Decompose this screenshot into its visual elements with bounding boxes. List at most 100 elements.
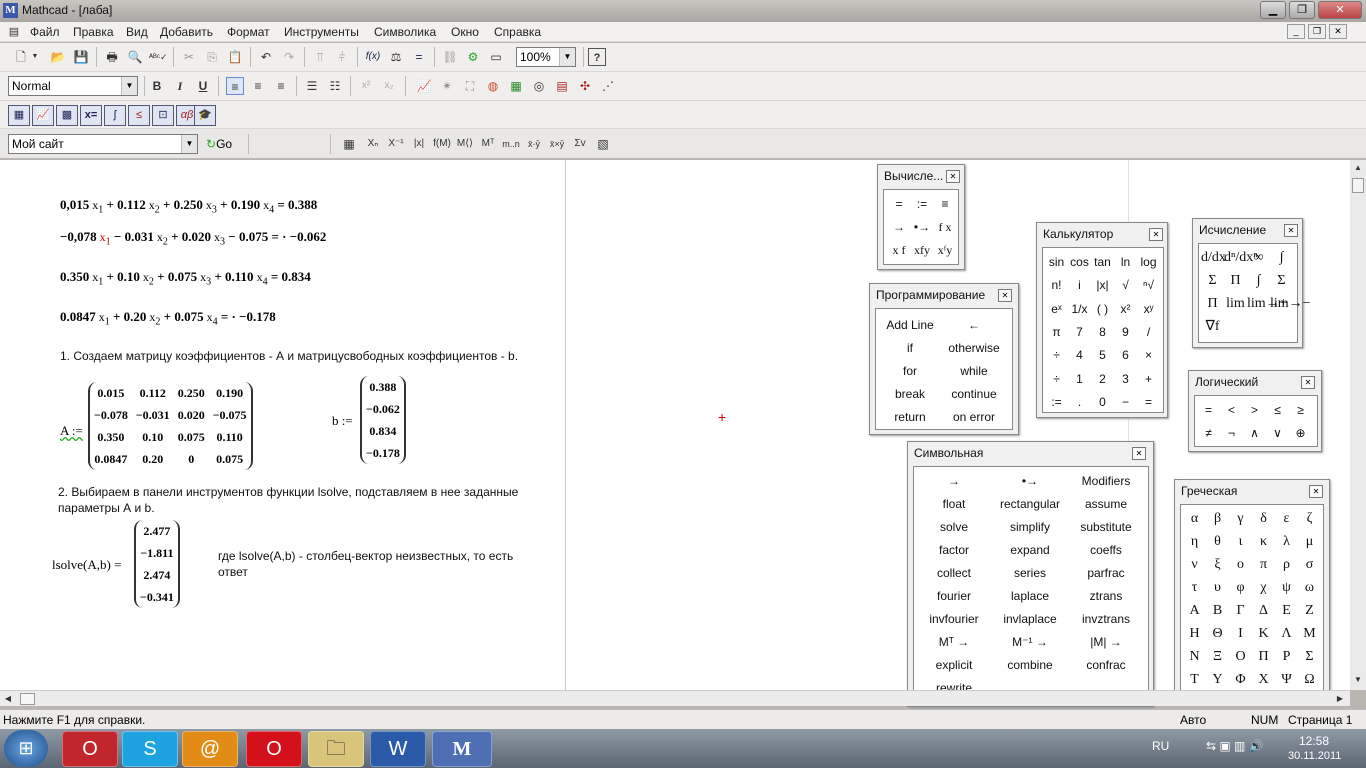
close-icon[interactable]: ✕ (998, 289, 1012, 302)
opera-mail-taskbar-icon[interactable]: O (62, 731, 118, 767)
palette-button[interactable]: Τ (1183, 672, 1206, 688)
lsolve-expression[interactable]: lsolve(A,b) = (52, 557, 121, 573)
bullet-list-icon[interactable]: ☰ (303, 77, 321, 95)
component-wizard-icon[interactable]: ⚙ (464, 48, 482, 66)
palette-button[interactable]: Add Line (878, 317, 942, 333)
chevron-down-icon[interactable]: ▼ (181, 135, 197, 153)
subscript-icon[interactable]: x₂ (380, 77, 398, 95)
palette-button[interactable]: ι (1229, 534, 1252, 550)
cut-icon[interactable]: ✂ (180, 48, 198, 66)
zoom-select[interactable]: 100% ▼ (516, 47, 576, 67)
palette-button[interactable]: π (1045, 324, 1068, 340)
matrix-palette-icon[interactable]: ▩ (56, 105, 78, 126)
palette-button[interactable]: M⁻¹ → (992, 634, 1068, 650)
graph-palette-icon[interactable]: 📈 (32, 105, 54, 126)
palette-button[interactable]: . (1068, 394, 1091, 410)
palette-button[interactable]: σ (1298, 557, 1321, 573)
vector-sum-icon[interactable]: Σv (571, 135, 589, 153)
palette-button[interactable]: dⁿ/dxⁿ (1224, 250, 1258, 266)
palette-button[interactable]: → (888, 219, 910, 235)
step-2-text-line1[interactable]: 2. Выбираем в панели инструментов функци… (58, 485, 518, 499)
palette-button[interactable]: Π (1252, 649, 1275, 665)
palette-button[interactable]: η (1183, 534, 1206, 550)
palette-button[interactable]: assume (1068, 496, 1144, 512)
palette-button[interactable]: 7 (1068, 324, 1091, 340)
note-line2[interactable]: ответ (218, 565, 248, 579)
clock-time[interactable]: 12:58 (1299, 734, 1329, 748)
matrix-a-label[interactable]: A := (60, 423, 83, 439)
palette-button[interactable]: x² (1114, 301, 1137, 317)
close-button[interactable]: ✕ (1318, 1, 1362, 19)
palette-button[interactable]: Ξ (1206, 649, 1229, 665)
note-line1[interactable]: где lsolve(A,b) - столбец-вектор неизвес… (218, 549, 513, 563)
matrix-column-icon[interactable]: M⟨⟩ (456, 135, 474, 153)
scroll-thumb[interactable] (1352, 178, 1364, 193)
style-select[interactable]: Normal ▼ (8, 76, 138, 96)
palette-button[interactable]: ρ (1275, 557, 1298, 573)
palette-button[interactable]: ∞ (1247, 250, 1270, 266)
vector-field-icon[interactable]: ▤ (553, 77, 571, 95)
close-icon[interactable]: ✕ (1132, 447, 1146, 460)
palette-button[interactable]: Α (1183, 603, 1206, 619)
palette-button[interactable]: π (1252, 557, 1275, 573)
palette-button[interactable]: Ν (1183, 649, 1206, 665)
palette-button[interactable]: fourier (916, 588, 992, 604)
palette-button[interactable]: collect (916, 565, 992, 581)
print-preview-icon[interactable]: 🔍 (126, 48, 144, 66)
insert-unit-icon[interactable]: ⚖ (387, 48, 405, 66)
chevron-down-icon[interactable]: ▼ (121, 77, 137, 95)
paste-icon[interactable]: 📋 (226, 48, 244, 66)
programming-palette-icon[interactable]: ⊡ (152, 105, 174, 126)
palette-button[interactable]: eˣ (1045, 301, 1068, 317)
palette-button[interactable]: tan (1091, 254, 1114, 270)
scatter-plot-icon[interactable]: ◎ (530, 77, 548, 95)
palette-button[interactable]: 9 (1114, 324, 1137, 340)
palette-button[interactable]: continue (942, 386, 1006, 402)
palette-button[interactable]: θ (1206, 534, 1229, 550)
surface-plot-icon[interactable]: ⛶ (461, 77, 479, 95)
calculus-palette-icon[interactable]: ∫ (104, 105, 126, 126)
underline-button[interactable]: U (194, 77, 212, 95)
word-taskbar-icon[interactable]: W (370, 731, 426, 767)
palette-button[interactable]: break (878, 386, 942, 402)
palette-button[interactable]: ψ (1275, 580, 1298, 596)
vertical-scrollbar[interactable]: ▲ ▼ (1350, 160, 1366, 690)
palette-button[interactable]: n! (1045, 277, 1068, 293)
palette-button[interactable]: combine (992, 657, 1068, 673)
bold-button[interactable]: B (148, 77, 166, 95)
palette-button[interactable]: 6 (1114, 347, 1137, 363)
palette-button[interactable]: Μ (1298, 626, 1321, 642)
start-button[interactable]: ⊞ (4, 730, 48, 767)
palette-button[interactable]: ÷ (1045, 371, 1068, 387)
plot-wizard-icon[interactable]: ✣ (576, 77, 594, 95)
palette-button[interactable]: lim→+ (1247, 296, 1288, 312)
italic-button[interactable]: I (171, 77, 189, 95)
palette-button[interactable]: Ε (1275, 603, 1298, 619)
palette-button[interactable]: series (992, 565, 1068, 581)
mail-agent-taskbar-icon[interactable]: @ (182, 731, 238, 767)
palette-button[interactable]: χ (1252, 580, 1275, 596)
palette-button[interactable]: ( ) (1091, 301, 1114, 317)
graph-toolbar-icon[interactable]: ⋰ (599, 77, 617, 95)
palette-button[interactable]: Ρ (1275, 649, 1298, 665)
palette-button[interactable]: confrac (1068, 657, 1144, 673)
palette-button[interactable]: Υ (1206, 672, 1229, 688)
polar-plot-icon[interactable]: ✴ (438, 77, 456, 95)
palette-button[interactable]: i (1068, 277, 1091, 293)
palette-button[interactable]: substitute (1068, 519, 1144, 535)
save-icon[interactable]: 💾 (72, 48, 90, 66)
palette-button[interactable]: := (1045, 394, 1068, 410)
palette-button[interactable]: parfrac (1068, 565, 1144, 581)
address-select[interactable]: Мой сайт ▼ (8, 134, 198, 154)
align-center-text-icon[interactable]: ≡ (249, 77, 267, 95)
superscript-icon[interactable]: x² (357, 77, 375, 95)
palette-button[interactable]: γ (1229, 511, 1252, 527)
horizontal-scrollbar[interactable]: ◀ ▶ (0, 690, 1350, 706)
menu-edit[interactable]: Правка (73, 25, 114, 39)
palette-button[interactable]: = (1137, 394, 1160, 410)
palette-button[interactable]: log (1137, 254, 1160, 270)
minimize-button[interactable]: ▁ (1260, 1, 1286, 19)
menu-format[interactable]: Формат (227, 25, 270, 39)
equation-1[interactable]: 0,015 x1 + 0.112 x2 + 0.250 x3 + 0.190 x… (60, 197, 317, 215)
explorer-taskbar-icon[interactable]: 🗀 (308, 731, 364, 767)
